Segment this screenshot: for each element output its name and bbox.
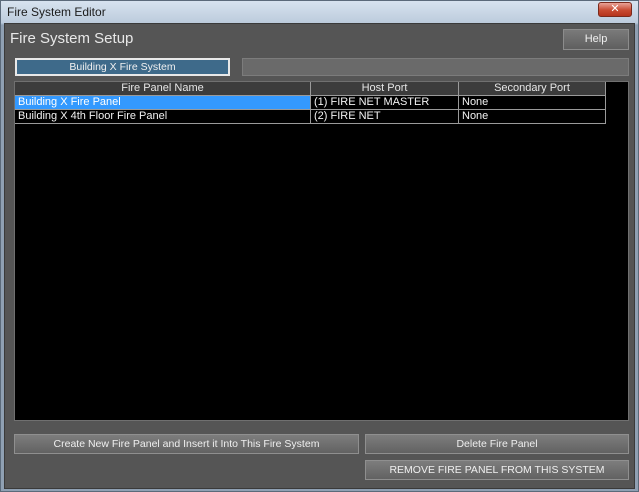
cell-secondary-port[interactable]: None: [459, 110, 606, 124]
column-header-host-port[interactable]: Host Port: [311, 82, 459, 96]
column-header-secondary-port[interactable]: Secondary Port: [459, 82, 606, 96]
remove-fire-panel-button[interactable]: REMOVE FIRE PANEL FROM THIS SYSTEM: [365, 460, 629, 480]
column-header-fire-panel-name[interactable]: Fire Panel Name: [15, 82, 311, 96]
help-button[interactable]: Help: [563, 29, 629, 50]
table-header: Fire Panel Name Host Port Secondary Port: [15, 82, 606, 96]
cell-host-port[interactable]: (1) FIRE NET MASTER: [311, 96, 459, 110]
close-button[interactable]: ✕: [598, 2, 632, 17]
cell-host-port[interactable]: (2) FIRE NET: [311, 110, 459, 124]
delete-fire-panel-button[interactable]: Delete Fire Panel: [365, 434, 629, 454]
fire-panel-table[interactable]: Fire Panel Name Host Port Secondary Port…: [14, 81, 629, 421]
tab-strip-empty: [242, 58, 629, 76]
window-title: Fire System Editor: [7, 5, 106, 19]
table-row[interactable]: Building X Fire Panel (1) FIRE NET MASTE…: [15, 96, 606, 110]
cell-fire-panel-name[interactable]: Building X 4th Floor Fire Panel: [15, 110, 311, 124]
fire-system-editor-window: Fire System Editor ✕ Fire System Setup H…: [0, 0, 639, 492]
create-fire-panel-button[interactable]: Create New Fire Panel and Insert it Into…: [14, 434, 359, 454]
page-title: Fire System Setup: [10, 30, 134, 47]
title-bar[interactable]: Fire System Editor ✕: [1, 1, 638, 23]
tab-fire-system[interactable]: Building X Fire System: [15, 58, 230, 76]
client-area: Fire System Setup Help Building X Fire S…: [4, 23, 635, 489]
cell-secondary-port[interactable]: None: [459, 96, 606, 110]
cell-fire-panel-name[interactable]: Building X Fire Panel: [15, 96, 311, 110]
table-row[interactable]: Building X 4th Floor Fire Panel (2) FIRE…: [15, 110, 606, 124]
close-icon: ✕: [610, 3, 620, 15]
